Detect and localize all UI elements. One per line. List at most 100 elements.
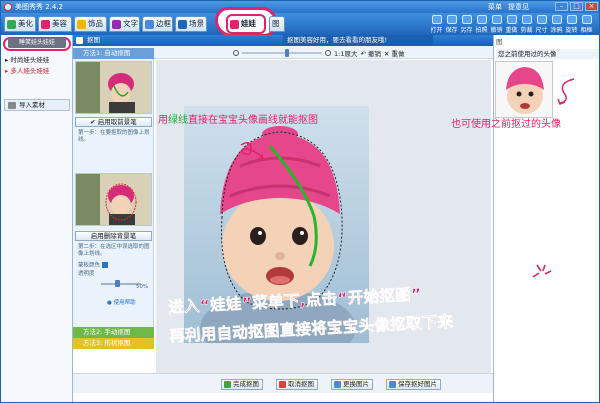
undo-button[interactable]: 撤销 (490, 15, 503, 34)
save-icon (389, 381, 396, 388)
zoom-in-icon[interactable] (325, 50, 331, 56)
tab-frame[interactable]: 边框 (142, 16, 173, 32)
open-icon (431, 15, 442, 24)
frame-tool-button[interactable]: 相框 (580, 15, 593, 34)
maximize-icon[interactable]: □ (570, 2, 583, 11)
feedback-button[interactable]: 提意见 (508, 2, 529, 12)
curl-arrow-icon (557, 78, 575, 105)
method1-header[interactable]: 方法1: 自动抠图 (73, 48, 154, 59)
save-as-icon (461, 15, 472, 24)
title-bar: 美图秀秀 2.4.2 菜单 提意见 – □ × (1, 1, 599, 13)
doll-icon (230, 20, 239, 29)
right-panel: 图 您之前使用过的头像 (493, 35, 599, 402)
right-panel-top-text: 图 (496, 38, 503, 46)
brush-icon (551, 15, 562, 24)
doodle-button[interactable]: 涂鸦 (550, 15, 563, 34)
mask-color-swatch[interactable] (101, 262, 108, 268)
dialog-undo-button[interactable]: ↶ 撤销 (360, 48, 381, 58)
import-icon (8, 102, 16, 109)
scene-icon (178, 20, 187, 29)
dialog-banner: 抠图美容好用，要去看看的朋友哦! (283, 35, 433, 46)
enable-delete-background-button[interactable]: 启用删除背景笔 (75, 231, 152, 241)
tab-doll[interactable]: 娃娃 (226, 14, 266, 34)
main-toolbar: 美化 美容 饰品 文字 边框 场景 打开 保存 另存 拍照 撤销 重做 剪裁 尺… (1, 13, 599, 35)
makeup-icon (41, 20, 50, 29)
method1-description: 第一步：在要抠取的图像上划线。 (78, 130, 150, 143)
frame-icon (145, 20, 154, 29)
title-menu: 菜单 提意见 (488, 2, 529, 12)
category-item[interactable]: ▸ 多人娃头娃娃 (5, 67, 49, 76)
change-image-button[interactable]: 更换图片 (331, 379, 373, 390)
app-logo-icon (4, 3, 12, 11)
window-controls: – □ × (555, 2, 598, 11)
tab-image[interactable]: 图 (269, 16, 285, 32)
crop-button[interactable]: 剪裁 (520, 15, 533, 34)
method-panel: 方法1: 自动抠图 ✔ 启用取前景笔 第一步：在要抠取的图像上划线。 启用删除背… (73, 48, 154, 349)
green-line-hint: 用绿线直接在宝宝头像画线就能抠图 (158, 115, 318, 126)
minimize-icon[interactable]: – (555, 2, 568, 11)
mask-color-label: 蒙板颜色 (78, 262, 152, 270)
beautify-icon (7, 20, 16, 29)
resize-icon (536, 15, 547, 24)
menu-button[interactable]: 菜单 (488, 2, 502, 12)
method1-preview-image-2 (75, 173, 152, 226)
tool-buttons: 打开 保存 另存 拍照 撤销 重做 剪裁 尺寸 涂鸦 旋转 相框 (430, 15, 593, 34)
app-title: 美图秀秀 2.4.2 (15, 3, 64, 11)
zoom-original-button[interactable]: 1:1原大 (334, 48, 357, 58)
zoom-bar: 1:1原大 ↶ 撤销 ✕ 重做 (233, 48, 405, 58)
open-button[interactable]: 打开 (430, 15, 443, 34)
camera-button[interactable]: 拍照 (475, 15, 488, 34)
opacity-slider[interactable] (101, 280, 141, 287)
zoom-slider-knob[interactable] (285, 49, 290, 57)
redo-button[interactable]: 重做 (505, 15, 518, 34)
zoom-slider[interactable] (242, 49, 322, 57)
method2-header[interactable]: 方法2: 手动抠图 (73, 327, 154, 338)
close-icon[interactable]: × (585, 2, 598, 11)
image-icon (334, 381, 341, 388)
category-header[interactable]: 睡笑娃头娃娃 (8, 38, 66, 48)
method1-preview-image (75, 61, 152, 114)
save-as-button[interactable]: 另存 (460, 15, 473, 34)
method3-header[interactable]: 方法3: 形状抠图 (73, 338, 154, 349)
scissors-icon (76, 37, 83, 44)
category-item[interactable]: ▸ 时尚娃头娃娃 (5, 56, 49, 65)
undo-icon (491, 15, 502, 24)
swirl-arrow-icon (240, 142, 264, 162)
import-material-button[interactable]: 导入素材 (4, 99, 70, 111)
sparkle-icon (532, 264, 552, 278)
text-icon (112, 20, 121, 29)
tab-text[interactable]: 文字 (109, 16, 140, 32)
opacity-slider-knob[interactable] (115, 280, 120, 287)
tab-beautify[interactable]: 美化 (4, 16, 36, 32)
cancel-icon (279, 381, 286, 388)
finish-cutout-button[interactable]: 完成抠图 (221, 379, 263, 390)
app-window: 美图秀秀 2.4.2 菜单 提意见 – □ × 美化 美容 饰品 文字 边框 场… (0, 0, 600, 403)
crop-icon (521, 15, 532, 24)
rotate-button[interactable]: 旋转 (565, 15, 578, 34)
check-icon (224, 381, 231, 388)
frame-tool-icon (581, 15, 592, 24)
zoom-out-icon[interactable] (233, 50, 239, 56)
previous-head-thumbnail[interactable] (495, 61, 553, 118)
save-icon (446, 15, 457, 24)
reuse-head-hint: 也可使用之前抠过的头像 (451, 119, 561, 130)
save-cutout-button[interactable]: 保存抠好图片 (386, 379, 441, 390)
tab-makeup[interactable]: 美容 (38, 16, 72, 32)
save-button[interactable]: 保存 (445, 15, 458, 34)
left-panel: 睡笑娃头娃娃 ▸ 时尚娃头娃娃 ▸ 多人娃头娃娃 导入素材 (1, 35, 73, 402)
accessories-icon (77, 20, 86, 29)
resize-button[interactable]: 尺寸 (535, 15, 548, 34)
tab-accessories[interactable]: 饰品 (74, 16, 107, 32)
redo-icon (506, 15, 517, 24)
previous-heads-label: 您之前使用过的头像 (496, 49, 599, 59)
cancel-cutout-button[interactable]: 取消抠图 (276, 379, 318, 390)
opacity-value: 50% (136, 284, 149, 290)
opacity-label: 透明度 (78, 271, 95, 277)
camera-icon (476, 15, 487, 24)
tab-scene[interactable]: 场景 (175, 16, 207, 32)
dialog-bottom-bar: 完成抠图 取消抠图 更换图片 保存抠好图片 (73, 373, 493, 393)
rotate-icon (566, 15, 577, 24)
enable-foreground-brush-button[interactable]: ✔ 启用取前景笔 (75, 117, 152, 127)
method1-step2-description: 第二步：在选区中误选取的图像上划线。 (78, 244, 150, 257)
dialog-redo-button[interactable]: ✕ 重做 (384, 48, 405, 58)
